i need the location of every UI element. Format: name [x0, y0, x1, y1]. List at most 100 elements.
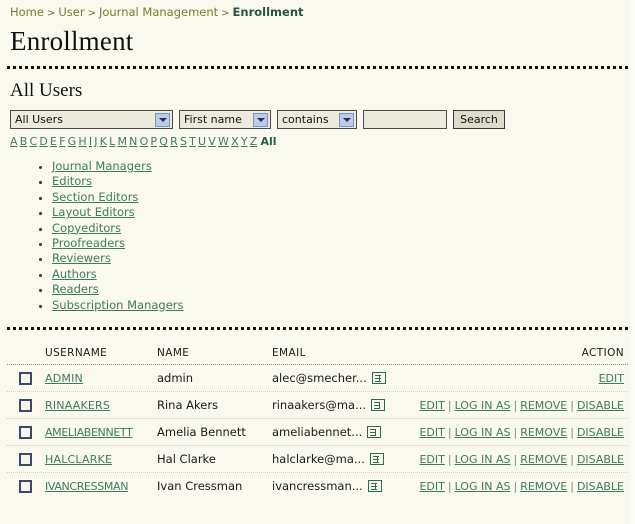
role-link-proofreaders[interactable]: Proofreaders — [52, 236, 125, 250]
alpha-link-n[interactable]: N — [129, 135, 137, 148]
mail-icon[interactable] — [369, 453, 384, 466]
action-edit-link[interactable]: EDIT — [419, 480, 444, 493]
username-link[interactable]: HALCLARKE — [45, 453, 112, 466]
search-input[interactable] — [363, 110, 447, 129]
username-link[interactable]: AMELIABENNETT — [45, 426, 133, 439]
alpha-link-all[interactable]: All — [260, 135, 276, 148]
alpha-link-m[interactable]: M — [117, 135, 127, 148]
search-button[interactable]: Search — [453, 110, 505, 129]
mail-icon[interactable] — [367, 426, 382, 439]
mail-icon[interactable] — [371, 399, 386, 412]
alpha-link-t[interactable]: T — [189, 135, 196, 148]
breadcrumb-separator: > — [221, 8, 230, 19]
breadcrumb-item-user[interactable]: User — [58, 5, 84, 19]
chevron-down-icon[interactable] — [339, 113, 354, 127]
chevron-down-icon[interactable] — [253, 113, 268, 127]
alpha-link-v[interactable]: V — [208, 135, 216, 148]
alpha-link-y[interactable]: Y — [241, 135, 248, 148]
action-disable-link[interactable]: DISABLE — [577, 399, 624, 412]
action-log-in-as-link[interactable]: LOG IN AS — [455, 399, 511, 412]
action-disable-link[interactable]: DISABLE — [577, 453, 624, 466]
action-separator: | — [447, 399, 452, 413]
role-link-readers[interactable]: Readers — [52, 282, 99, 296]
username-link[interactable]: IVANCRESSMAN — [45, 480, 128, 493]
row-action-cell: EDIT | LOG IN AS | REMOVE | DISABLE — [390, 446, 628, 472]
action-separator: | — [513, 426, 518, 440]
action-edit-link[interactable]: EDIT — [419, 453, 444, 466]
breadcrumb-item-journal-management[interactable]: Journal Management — [99, 5, 218, 19]
list-item: Subscription Managers — [52, 298, 635, 313]
action-remove-link[interactable]: REMOVE — [520, 399, 567, 412]
table-row: IVANCRESSMAN Ivan Cressman ivancressman.… — [7, 473, 628, 499]
alpha-link-z[interactable]: Z — [250, 135, 258, 148]
column-header-action: ACTION — [581, 347, 624, 360]
row-name-cell: Ivan Cressman — [157, 479, 243, 494]
row-select-cell — [7, 473, 45, 499]
role-link-journal-managers[interactable]: Journal Managers — [52, 159, 152, 173]
alpha-link-d[interactable]: D — [39, 135, 47, 148]
user-group-select[interactable]: All Users — [10, 110, 173, 129]
chevron-down-icon[interactable] — [155, 113, 170, 127]
action-log-in-as-link[interactable]: LOG IN AS — [455, 480, 511, 493]
username-link[interactable]: ADMIN — [45, 372, 83, 385]
breadcrumb-separator: > — [87, 8, 96, 19]
alpha-link-w[interactable]: W — [218, 135, 229, 148]
role-link-layout-editors[interactable]: Layout Editors — [52, 205, 135, 219]
alpha-link-p[interactable]: P — [150, 135, 157, 148]
action-remove-link[interactable]: REMOVE — [520, 480, 567, 493]
alpha-link-s[interactable]: S — [180, 135, 187, 148]
action-separator: | — [513, 453, 518, 467]
action-disable-link[interactable]: DISABLE — [577, 426, 624, 439]
alpha-link-l[interactable]: L — [109, 135, 115, 148]
alpha-link-q[interactable]: Q — [159, 135, 168, 148]
role-link-section-editors[interactable]: Section Editors — [52, 190, 138, 204]
action-edit-link[interactable]: EDIT — [419, 399, 444, 412]
user-group-select-value: All Users — [15, 113, 63, 126]
alpha-link-g[interactable]: G — [68, 135, 77, 148]
action-remove-link[interactable]: REMOVE — [520, 453, 567, 466]
row-username-cell: RINAAKERS — [45, 392, 157, 418]
action-separator: | — [570, 399, 574, 413]
role-links-list: Journal Managers Editors Section Editors… — [0, 159, 635, 313]
search-match-select[interactable]: contains — [277, 110, 357, 129]
mail-icon[interactable] — [367, 480, 382, 493]
row-name-cell: Hal Clarke — [157, 452, 216, 467]
row-email-cell: ivancressman... — [272, 473, 390, 499]
row-checkbox[interactable] — [19, 453, 32, 467]
mail-icon[interactable] — [371, 372, 386, 385]
list-item: Section Editors — [52, 190, 635, 205]
table-row: HALCLARKE Hal Clarke halclarke@ma... EDI… — [7, 446, 628, 472]
row-checkbox[interactable] — [19, 480, 32, 494]
username-link[interactable]: RINAAKERS — [45, 399, 110, 412]
alpha-link-b[interactable]: B — [20, 135, 28, 148]
row-checkbox[interactable] — [19, 372, 32, 386]
breadcrumb-item-home[interactable]: Home — [10, 5, 44, 19]
alpha-link-u[interactable]: U — [198, 135, 206, 148]
action-edit-link[interactable]: EDIT — [599, 372, 624, 385]
role-link-editors[interactable]: Editors — [52, 174, 92, 188]
alpha-link-c[interactable]: C — [29, 135, 37, 148]
alpha-link-f[interactable]: F — [59, 135, 65, 148]
row-checkbox[interactable] — [19, 399, 32, 413]
action-edit-link[interactable]: EDIT — [419, 426, 444, 439]
alpha-link-k[interactable]: K — [100, 135, 107, 148]
role-link-copyeditors[interactable]: Copyeditors — [52, 221, 121, 235]
action-remove-link[interactable]: REMOVE — [520, 426, 567, 439]
alpha-link-a[interactable]: A — [10, 135, 18, 148]
alpha-link-o[interactable]: O — [140, 135, 149, 148]
action-log-in-as-link[interactable]: LOG IN AS — [455, 426, 511, 439]
role-link-subscription-managers[interactable]: Subscription Managers — [52, 298, 184, 312]
role-link-reviewers[interactable]: Reviewers — [52, 251, 111, 265]
action-disable-link[interactable]: DISABLE — [577, 480, 624, 493]
alpha-link-j[interactable]: J — [94, 135, 97, 148]
alpha-link-h[interactable]: H — [78, 135, 86, 148]
search-field-select[interactable]: First name — [179, 110, 271, 129]
row-email-cell: halclarke@ma... — [272, 446, 390, 472]
alpha-link-i[interactable]: I — [89, 135, 92, 148]
alpha-link-r[interactable]: R — [170, 135, 178, 148]
alpha-link-x[interactable]: X — [231, 135, 239, 148]
role-link-authors[interactable]: Authors — [52, 267, 97, 281]
action-log-in-as-link[interactable]: LOG IN AS — [455, 453, 511, 466]
row-checkbox[interactable] — [19, 426, 32, 440]
alpha-link-e[interactable]: E — [50, 135, 57, 148]
